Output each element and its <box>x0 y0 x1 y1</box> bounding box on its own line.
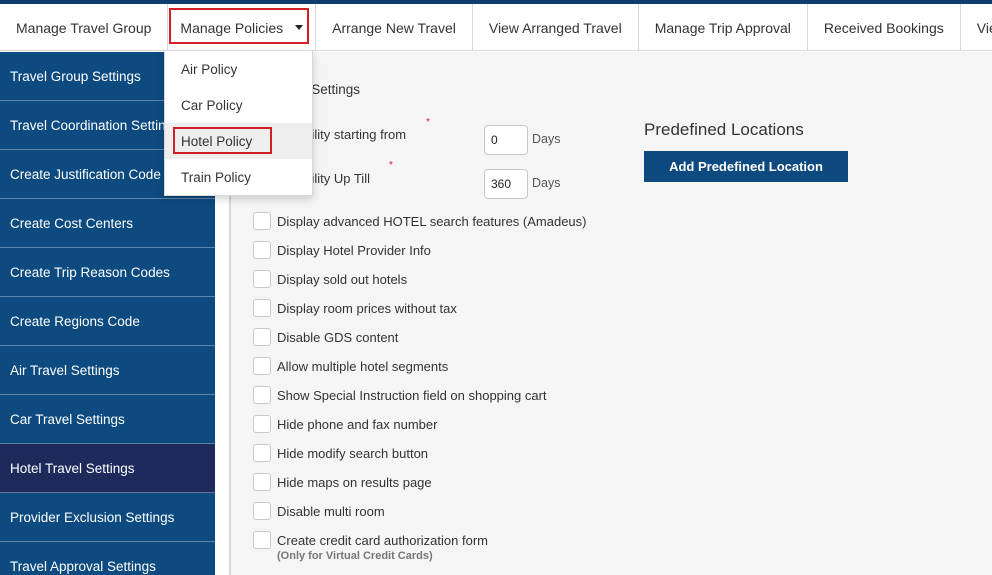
option-hotel-provider-info[interactable]: Display Hotel Provider Info <box>253 241 431 259</box>
sidebar-item-hotel-travel-settings[interactable]: Hotel Travel Settings <box>0 444 215 493</box>
nav-arrange-new-travel[interactable]: Arrange New Travel <box>316 4 473 51</box>
availability-from-input[interactable] <box>484 125 528 155</box>
availability-from-label: ability starting from <box>297 127 407 142</box>
option-disable-multi-room[interactable]: Disable multi room <box>253 502 385 520</box>
menu-item-air-policy[interactable]: Air Policy <box>165 51 312 87</box>
sidebar-item-provider-exclusion-settings[interactable]: Provider Exclusion Settings <box>0 493 215 542</box>
option-sold-out-hotels[interactable]: Display sold out hotels <box>253 270 407 288</box>
option-label: Allow multiple hotel segments <box>277 358 449 374</box>
menu-item-hotel-policy[interactable]: Hotel Policy <box>165 123 312 159</box>
option-label: Disable multi room <box>277 503 385 519</box>
nav-manage-policies[interactable]: Manage Policies <box>168 4 317 51</box>
option-advanced-hotel-search[interactable]: Display advanced HOTEL search features (… <box>253 212 587 230</box>
required-marker: * <box>426 117 430 128</box>
option-label: Display advanced HOTEL search features (… <box>277 213 587 229</box>
option-label: Hide modify search button <box>277 445 429 461</box>
sidebar-item-create-regions-code[interactable]: Create Regions Code <box>0 297 215 346</box>
checkbox[interactable] <box>253 357 271 375</box>
nav-manage-trip-approval[interactable]: Manage Trip Approval <box>639 4 808 51</box>
availability-till-input[interactable] <box>484 169 528 199</box>
top-navigation: Manage Travel Group Manage Policies Arra… <box>0 4 992 51</box>
main-content: el Settings ability starting from * Days… <box>231 52 992 575</box>
checkbox[interactable] <box>253 212 271 230</box>
menu-item-car-policy[interactable]: Car Policy <box>165 87 312 123</box>
availability-till-unit: Days <box>532 176 561 190</box>
checkbox[interactable] <box>253 531 271 549</box>
sidebar-item-air-travel-settings[interactable]: Air Travel Settings <box>0 346 215 395</box>
option-multiple-hotel-segments[interactable]: Allow multiple hotel segments <box>253 357 448 375</box>
option-room-prices-without-tax[interactable]: Display room prices without tax <box>253 299 457 317</box>
nav-manage-travel-group[interactable]: Manage Travel Group <box>0 4 169 51</box>
sidebar-item-create-trip-reason-codes[interactable]: Create Trip Reason Codes <box>0 248 215 297</box>
highlight-box <box>169 8 310 44</box>
highlight-box <box>173 127 272 154</box>
nav-view-arranged-travel[interactable]: View Arranged Travel <box>473 4 639 51</box>
credit-card-note: (Only for Virtual Credit Cards) <box>277 550 433 562</box>
option-label: Hide phone and fax number <box>277 416 438 432</box>
option-credit-card-authorization[interactable]: Create credit card authorization form <box>253 531 488 549</box>
checkbox[interactable] <box>253 328 271 346</box>
checkbox[interactable] <box>253 444 271 462</box>
sidebar-item-travel-approval-settings[interactable]: Travel Approval Settings <box>0 542 215 575</box>
add-predefined-location-button[interactable]: Add Predefined Location <box>644 151 848 182</box>
option-special-instruction-field[interactable]: Show Special Instruction field on shoppi… <box>253 386 547 404</box>
sidebar-item-car-travel-settings[interactable]: Car Travel Settings <box>0 395 215 444</box>
option-label: Disable GDS content <box>277 329 399 345</box>
checkbox[interactable] <box>253 386 271 404</box>
checkbox[interactable] <box>253 299 271 317</box>
checkbox[interactable] <box>253 241 271 259</box>
nav-view[interactable]: View <box>961 4 992 51</box>
checkbox[interactable] <box>253 270 271 288</box>
required-marker: * <box>389 160 393 171</box>
availability-from-unit: Days <box>532 132 561 146</box>
sidebar-item-create-cost-centers[interactable]: Create Cost Centers <box>0 199 215 248</box>
predefined-locations-title: Predefined Locations <box>644 120 804 139</box>
menu-item-train-policy[interactable]: Train Policy <box>165 159 312 195</box>
manage-policies-dropdown: Air Policy Car Policy Hotel Policy Train… <box>164 50 313 196</box>
option-hide-modify-search[interactable]: Hide modify search button <box>253 444 428 462</box>
option-label: Display sold out hotels <box>277 271 408 287</box>
option-label: Display Hotel Provider Info <box>277 242 431 258</box>
checkbox[interactable] <box>253 415 271 433</box>
nav-received-bookings[interactable]: Received Bookings <box>808 4 961 51</box>
option-label: Show Special Instruction field on shoppi… <box>277 387 547 403</box>
option-hide-maps[interactable]: Hide maps on results page <box>253 473 432 491</box>
option-label: Hide maps on results page <box>277 474 432 490</box>
option-hide-phone-fax[interactable]: Hide phone and fax number <box>253 415 437 433</box>
checkbox[interactable] <box>253 502 271 520</box>
option-label: Create credit card authorization form <box>277 532 488 548</box>
option-disable-gds[interactable]: Disable GDS content <box>253 328 398 346</box>
option-label: Display room prices without tax <box>277 300 457 316</box>
checkbox[interactable] <box>253 473 271 491</box>
